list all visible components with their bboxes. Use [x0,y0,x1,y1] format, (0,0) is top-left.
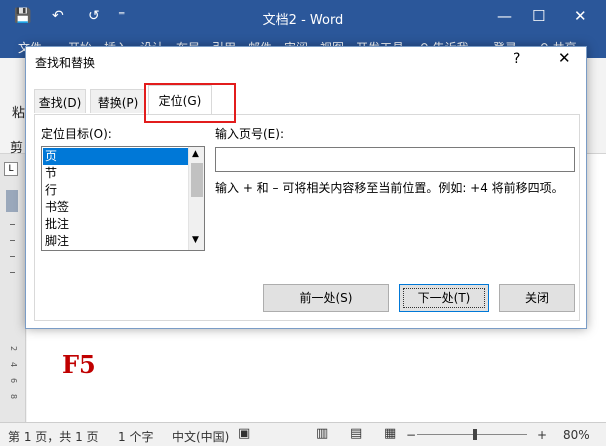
tab-replace[interactable]: 替换(P) [90,89,146,113]
word-title-bar: 💾 ↶ ↺ ⁼ 文档2 - Word — ☐ ✕ [0,0,606,36]
list-item[interactable]: 脚注 [43,233,188,250]
zoom-in-button[interactable]: + [537,428,547,442]
list-item[interactable]: 节 [43,165,188,182]
focus-ring [403,288,485,308]
web-layout-icon[interactable]: ▦ [384,426,396,441]
document-text: F5 [62,350,96,379]
dialog-title: 查找和替换 [35,56,96,70]
next-button[interactable]: 下一处(T) [399,284,489,312]
ruler-number: 8 [9,393,19,400]
page-number-label: 输入页号(E): [215,127,284,141]
help-icon[interactable]: ? [513,51,520,67]
close-icon[interactable]: ✕ [558,49,571,67]
ruler-tick [10,272,15,273]
list-item[interactable]: 行 [43,182,188,199]
ruler-margin-marker[interactable] [6,190,18,212]
word-count[interactable]: 1 个字 [118,428,153,445]
list-scrollbar[interactable]: ▲ ▼ [188,147,204,250]
dialog-tabs: 查找(D) 替换(P) 定位(G) [34,85,580,115]
close-window-icon[interactable]: ✕ [574,7,587,25]
window-title: 文档2 - Word [262,13,344,28]
goto-target-list[interactable]: 页 节 行 书签 批注 脚注 ▲ ▼ [41,146,205,251]
ruler-tick [10,240,15,241]
zoom-level[interactable]: 80% [563,428,590,442]
tab-stop-selector[interactable]: L [4,162,18,176]
list-item[interactable]: 批注 [43,216,188,233]
minimize-icon[interactable]: — [497,7,512,25]
page-number-input[interactable] [215,147,575,172]
find-replace-dialog: 查找和替换 ? ✕ 查找(D) 替换(P) 定位(G) 定位目标(O): 页 节… [25,46,587,329]
tab-find[interactable]: 查找(D) [34,89,86,113]
zoom-out-button[interactable]: − [406,428,416,442]
language-indicator[interactable]: 中文(中国) [172,428,229,445]
ruler-tick [10,224,15,225]
ruler-number: 2 [9,345,19,352]
read-mode-icon[interactable]: ▥ [316,426,328,441]
goto-target-label: 定位目标(O): [41,127,112,141]
zoom-slider[interactable] [417,434,527,435]
scrollbar-thumb[interactable] [191,163,203,197]
ruler-number: 4 [9,361,19,368]
macro-recording-icon[interactable]: ▣ [238,426,250,441]
ruler-number: 6 [9,377,19,384]
maximize-icon[interactable]: ☐ [532,7,545,25]
previous-button[interactable]: 前一处(S) [263,284,389,312]
status-bar: 第 1 页，共 1 页 1 个字 中文(中国) ▣ ▥ ▤ ▦ − + 80% [0,422,606,446]
ruler-tick [10,256,15,257]
goto-tab-highlight-box [144,83,236,123]
list-item[interactable]: 页 [43,148,188,165]
paste-button-fragment[interactable]: 粘 [12,102,25,121]
scroll-up-icon[interactable]: ▲ [192,149,199,159]
list-item[interactable]: 书签 [43,199,188,216]
goto-hint-text: 输入 + 和 – 可将相关内容移至当前位置。例如: +4 将前移四项。 [215,181,564,195]
page-info[interactable]: 第 1 页，共 1 页 [8,428,99,445]
scroll-down-icon[interactable]: ▼ [192,235,199,245]
vertical-ruler: L 2 4 6 8 [0,154,26,422]
print-layout-icon[interactable]: ▤ [350,426,362,441]
close-button[interactable]: 关闭 [499,284,575,312]
zoom-slider-thumb[interactable] [473,429,477,440]
